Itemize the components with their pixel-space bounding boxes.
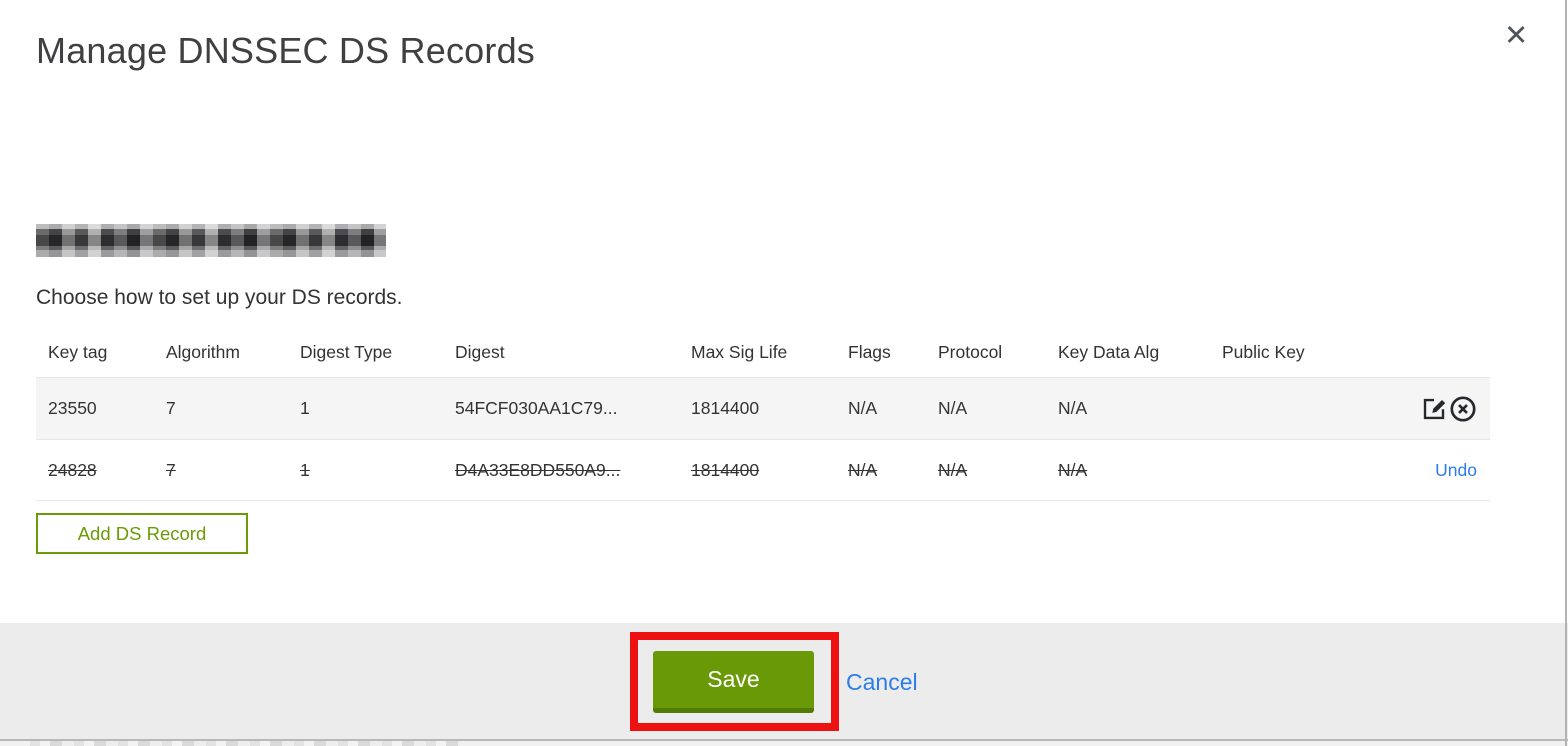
cell-digest-type: 1 bbox=[300, 459, 310, 480]
cell-algorithm: 7 bbox=[166, 459, 176, 480]
add-ds-record-button[interactable]: Add DS Record bbox=[36, 513, 248, 554]
save-button[interactable]: Save bbox=[653, 651, 814, 713]
table-header-row: Key tag Algorithm Digest Type Digest Max… bbox=[36, 328, 1490, 377]
ds-records-table: Key tag Algorithm Digest Type Digest Max… bbox=[36, 328, 1490, 501]
cell-max-sig-life: 1814400 bbox=[691, 398, 760, 418]
undo-link[interactable]: Undo bbox=[1435, 460, 1477, 481]
window-right-edge bbox=[1565, 0, 1567, 746]
cell-flags: N/A bbox=[848, 398, 878, 418]
column-header-algorithm: Algorithm bbox=[166, 342, 240, 362]
cell-key-tag: 24828 bbox=[48, 459, 97, 480]
column-header-digest: Digest bbox=[455, 342, 505, 362]
column-header-digest-type: Digest Type bbox=[300, 342, 393, 362]
cancel-link[interactable]: Cancel bbox=[846, 669, 918, 696]
row-actions bbox=[1362, 395, 1490, 423]
column-header-max-sig-life: Max Sig Life bbox=[691, 342, 788, 362]
cell-digest: 54FCF030AA1C79... bbox=[455, 398, 618, 418]
close-icon[interactable]: ✕ bbox=[1500, 18, 1532, 55]
background-page-strip bbox=[0, 741, 1568, 746]
cell-key-data-alg: N/A bbox=[1058, 398, 1088, 418]
subtitle-text: Choose how to set up your DS records. bbox=[36, 286, 403, 309]
column-header-key-tag: Key tag bbox=[48, 342, 108, 362]
cell-protocol: N/A bbox=[938, 398, 968, 418]
column-header-public-key: Public Key bbox=[1222, 342, 1305, 362]
cell-digest: D4A33E8DD550A9... bbox=[455, 459, 621, 480]
page-title: Manage DNSSEC DS Records bbox=[36, 30, 535, 71]
cell-max-sig-life: 1814400 bbox=[691, 459, 760, 480]
edit-icon[interactable] bbox=[1421, 396, 1447, 422]
column-header-flags: Flags bbox=[848, 342, 891, 362]
redacted-domain-name bbox=[36, 224, 386, 257]
cell-protocol: N/A bbox=[938, 459, 968, 480]
dnssec-modal: Manage DNSSEC DS Records ✕ Choose how to… bbox=[0, 0, 1568, 746]
delete-x-icon[interactable] bbox=[1449, 395, 1477, 423]
table-row-active: 23550 7 1 54FCF030AA1C79... 1814400 N/A … bbox=[36, 377, 1490, 439]
cell-digest-type: 1 bbox=[300, 398, 310, 418]
redacted-background-content bbox=[30, 741, 460, 746]
cell-algorithm: 7 bbox=[166, 398, 176, 418]
cell-key-data-alg: N/A bbox=[1058, 459, 1088, 480]
row-actions: Undo bbox=[1362, 460, 1490, 481]
column-header-key-data-alg: Key Data Alg bbox=[1058, 342, 1160, 362]
column-header-protocol: Protocol bbox=[938, 342, 1003, 362]
cell-flags: N/A bbox=[848, 459, 878, 480]
modal-footer: Save Cancel bbox=[0, 623, 1568, 739]
cell-key-tag: 23550 bbox=[48, 398, 97, 418]
table-row-deleted: 24828 7 1 D4A33E8DD550A9... 1814400 N/A … bbox=[36, 439, 1490, 501]
